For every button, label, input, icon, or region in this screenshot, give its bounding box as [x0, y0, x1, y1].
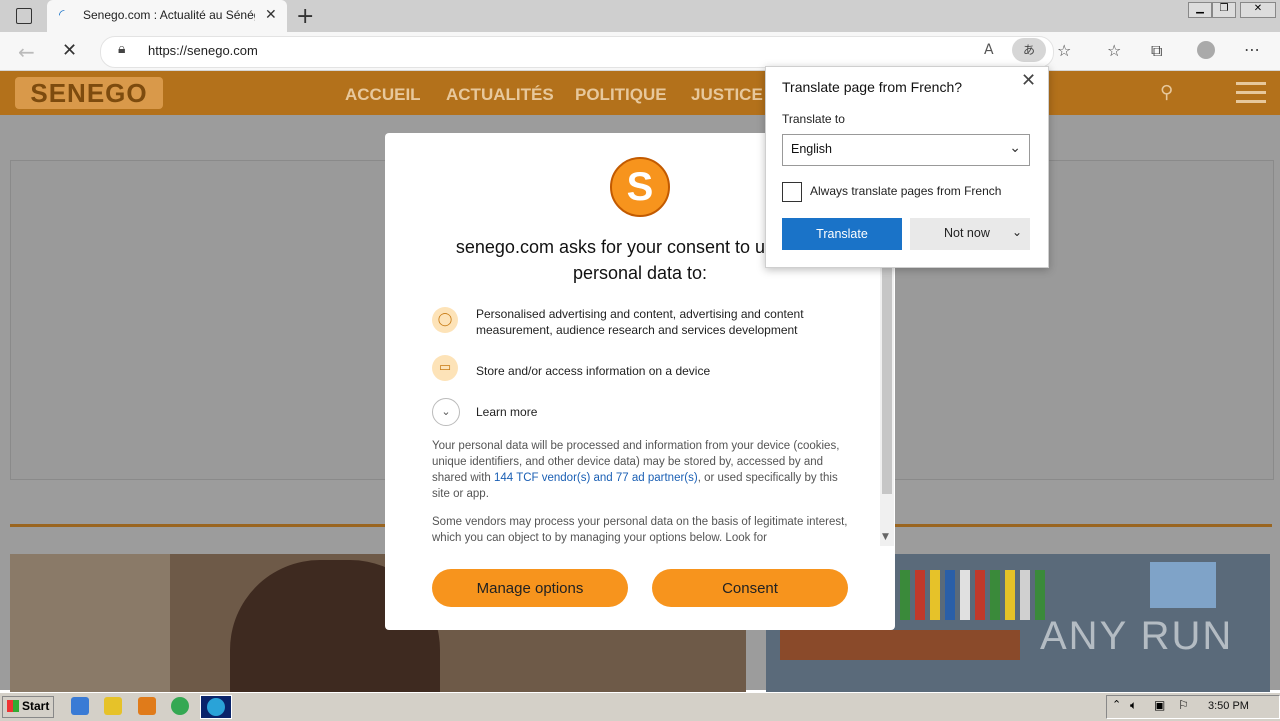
watermark: ANY RUN [1040, 614, 1234, 658]
flag [900, 570, 910, 620]
network-icon[interactable]: ▣ [1154, 698, 1165, 712]
lock-icon[interactable]: 🔒︎ [118, 41, 125, 57]
chevron-down-icon: ⌄ [1009, 140, 1021, 156]
ie-icon[interactable] [71, 697, 89, 715]
learn-more-link[interactable]: Learn more [476, 404, 537, 420]
start-label: Start [22, 699, 50, 713]
new-tab-button[interactable]: + [296, 4, 314, 29]
favorites-icon[interactable]: ☆ [1107, 41, 1121, 60]
vendors-link[interactable]: 144 TCF vendor(s) and 77 ad partner(s) [494, 472, 698, 484]
tab-title: Senego.com : Actualité au Sénégal [83, 8, 255, 22]
tray-expand-icon[interactable]: ⌃ [1112, 698, 1121, 711]
consent-paragraph-2: Some vendors may process your personal d… [432, 516, 848, 544]
flag [1020, 570, 1030, 620]
site-menu-icon[interactable] [1236, 82, 1266, 104]
chevron-down-icon[interactable]: ⌄ [432, 398, 460, 426]
always-translate-checkbox[interactable] [782, 182, 802, 202]
folder-icon[interactable] [104, 697, 122, 715]
language-select-value: English [791, 142, 832, 156]
nav-politique[interactable]: POLITIQUE [575, 85, 667, 105]
more-menu-icon[interactable]: ⋯ [1244, 40, 1260, 59]
person-icon: ◯ [432, 307, 458, 333]
flag [930, 570, 940, 620]
always-translate-label[interactable]: Always translate pages from French [810, 184, 1001, 198]
translate-button[interactable]: Translate [782, 218, 902, 250]
taskbar [0, 692, 1280, 721]
site-logo[interactable]: SENEGO [15, 77, 163, 109]
flag [915, 570, 925, 620]
close-icon[interactable]: ✕ [1021, 70, 1036, 91]
flag [945, 570, 955, 620]
nav-accueil[interactable]: ACCUEIL [345, 85, 421, 105]
consent-paragraph-1: Your personal data will be processed and… [432, 438, 850, 502]
nav-actualites[interactable]: ACTUALITÉS [446, 85, 554, 105]
read-aloud-icon[interactable]: A [984, 42, 994, 58]
add-favorite-icon[interactable]: ☆ [1057, 41, 1071, 60]
flag [990, 570, 1000, 620]
conference-table [780, 630, 1020, 660]
chevron-down-icon[interactable]: ⌄ [1012, 225, 1022, 239]
consent-scrollbar-thumb[interactable] [882, 266, 892, 494]
manage-options-button[interactable]: Manage options [432, 569, 628, 607]
flag [1035, 570, 1045, 620]
flag [960, 570, 970, 620]
language-select[interactable]: English ⌄ [782, 134, 1030, 166]
purpose-store-access: Store and/or access information on a dev… [476, 364, 711, 378]
edge-icon [207, 698, 225, 716]
collections-icon[interactable]: ⧉ [1151, 41, 1162, 61]
translate-title: Translate page from French? [782, 79, 963, 95]
browser-tab[interactable]: ◜ Senego.com : Actualité au Sénégal ✕ [47, 0, 287, 32]
translate-icon[interactable]: あ [1012, 38, 1046, 62]
conference-screen [1150, 562, 1216, 608]
tab-actions-icon[interactable] [16, 8, 32, 24]
not-now-button[interactable]: Not now ⌄ [910, 218, 1030, 250]
windows-logo-icon [7, 700, 19, 712]
loading-icon: ◜ [59, 7, 65, 23]
start-button[interactable]: Start [2, 696, 54, 718]
stop-loading-icon[interactable]: ✕ [62, 40, 77, 61]
consent-button[interactable]: Consent [652, 569, 848, 607]
flag-icon[interactable]: ⚐ [1178, 698, 1189, 712]
flag [1005, 570, 1015, 620]
not-now-label: Not now [944, 226, 990, 240]
article-image-1-background [10, 554, 170, 694]
url-text[interactable]: https://senego.com [148, 43, 258, 58]
flag [975, 570, 985, 620]
translate-to-label: Translate to [782, 112, 845, 126]
chrome-icon[interactable] [171, 697, 189, 715]
media-player-icon[interactable] [138, 697, 156, 715]
close-window-icon[interactable]: ✕ [1240, 2, 1276, 18]
clock[interactable]: 3:50 PM [1208, 700, 1249, 712]
nav-justice[interactable]: JUSTICE [691, 85, 763, 105]
device-icon: ▭ [432, 355, 458, 381]
scroll-down-arrow-icon[interactable]: ▼ [882, 532, 889, 542]
site-search-icon[interactable]: ⚲ [1160, 82, 1173, 103]
back-icon[interactable]: ← [18, 40, 35, 64]
window-controls: ▁ ❐ ✕ [1186, 2, 1276, 18]
profile-avatar[interactable] [1197, 41, 1215, 59]
minimize-icon[interactable]: ▁ [1188, 2, 1212, 18]
taskbar-edge-active[interactable] [200, 695, 232, 719]
volume-icon[interactable]: 🔈︎ [1130, 698, 1137, 713]
purpose-personalised-ads: Personalised advertising and content, ad… [476, 307, 804, 337]
tab-close-icon[interactable]: ✕ [265, 7, 277, 23]
consent-logo: S [610, 157, 670, 217]
restore-icon[interactable]: ❐ [1212, 2, 1236, 18]
